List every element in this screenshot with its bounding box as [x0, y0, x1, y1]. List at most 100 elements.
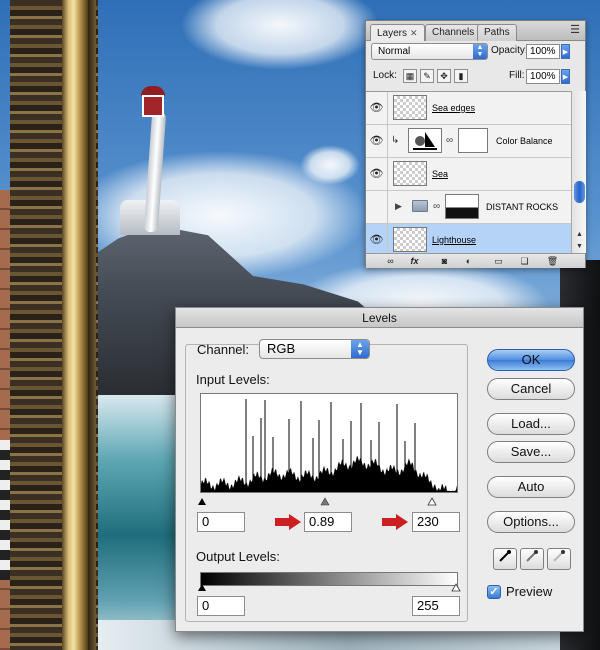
opacity-arrow-icon[interactable]: ▶	[561, 44, 570, 59]
layer-list: 👁 Sea edges 👁 ↳ ∞ Color Balance 👁 Sea ▶ …	[366, 91, 571, 257]
layer-name: Sea	[432, 169, 449, 179]
cloud	[300, 145, 360, 185]
tab-label: Layers	[377, 28, 408, 39]
gray-eyedropper-icon[interactable]	[520, 548, 544, 570]
input-gamma-field[interactable]: 0.89	[304, 512, 352, 532]
lock-move-icon[interactable]: ✥	[437, 69, 451, 83]
panel-menu-icon[interactable]: ☰	[568, 24, 582, 37]
histogram-fill	[201, 455, 457, 492]
load-button[interactable]: Load...	[487, 413, 575, 435]
trash-icon[interactable]: 🗑	[546, 255, 559, 267]
black-eyedropper-icon[interactable]	[493, 548, 517, 570]
blend-mode-value: Normal	[378, 46, 411, 57]
layer-mask-icon[interactable]: ◙	[438, 255, 451, 267]
layer-name: Color Balance	[496, 136, 553, 146]
auto-button[interactable]: Auto	[487, 476, 575, 498]
output-slider[interactable]	[196, 582, 462, 592]
layer-row-sea[interactable]: 👁 Sea	[366, 158, 571, 191]
histogram	[200, 393, 458, 493]
lock-all-icon[interactable]: ▮	[454, 69, 468, 83]
red-arrow-icon	[382, 514, 408, 530]
frame-gold-molding	[62, 0, 88, 650]
folder-icon	[412, 200, 428, 212]
opacity-field[interactable]: 100%	[526, 44, 560, 59]
input-black-field[interactable]: 0	[197, 512, 245, 532]
layer-name: DISTANT ROCKS	[486, 202, 559, 212]
dialog-title: Levels	[176, 308, 583, 328]
fill-label: Fill:	[509, 70, 525, 81]
layer-thumbnail	[393, 161, 427, 186]
expand-triangle-icon[interactable]: ▶	[395, 201, 402, 212]
eye-icon[interactable]: 👁	[366, 92, 388, 124]
input-slider-handles[interactable]	[196, 497, 462, 507]
eye-icon[interactable]: 👁	[366, 158, 388, 190]
input-white-field[interactable]: 230	[412, 512, 460, 532]
output-black-field[interactable]: 0	[197, 596, 245, 616]
lock-transparency-icon[interactable]: ▦	[403, 69, 417, 83]
layer-row-distant-rocks[interactable]: ▶ ∞ DISTANT ROCKS	[366, 191, 571, 224]
clipping-arrow-icon: ↳	[391, 135, 400, 146]
tab-label: Paths	[484, 27, 510, 38]
adjustment-layer-icon[interactable]: ◐	[462, 255, 475, 267]
eyedropper-glyph	[526, 550, 538, 562]
input-slider[interactable]	[196, 496, 462, 506]
layer-row-color-balance[interactable]: 👁 ↳ ∞ Color Balance	[366, 125, 571, 158]
panel-tab-bar: Layers ✕ Channels Paths ☰	[366, 21, 585, 41]
layers-scrollbar[interactable]: ▲ ▼	[571, 91, 586, 253]
color-balance-icon	[413, 132, 437, 150]
input-levels-label: Input Levels:	[196, 372, 270, 387]
opacity-label: Opacity:	[491, 45, 528, 56]
scroll-thumb[interactable]	[574, 181, 585, 203]
layer-name: Lighthouse	[432, 235, 477, 245]
chain-icon[interactable]: ∞	[433, 201, 440, 212]
layers-panel: Layers ✕ Channels Paths ☰ Normal ▲ ▼ Opaci…	[365, 20, 586, 268]
preview-label: Preview	[506, 584, 553, 599]
layer-name: Sea edges	[432, 103, 476, 113]
channel-label: Channel:	[197, 342, 250, 357]
white-eyedropper-icon[interactable]	[547, 548, 571, 570]
frame-inner-edge	[88, 0, 96, 650]
updown-arrow-icon: ▲ ▼	[351, 340, 369, 358]
channel-select[interactable]: RGB ▲ ▼	[259, 339, 370, 359]
fill-field[interactable]: 100%	[526, 69, 560, 84]
layer-row-sea-edges[interactable]: 👁 Sea edges	[366, 92, 571, 125]
output-levels-label: Output Levels:	[196, 549, 280, 564]
link-icon[interactable]: ∞	[384, 255, 397, 267]
cancel-button[interactable]: Cancel	[487, 378, 575, 400]
adjustment-thumbnail	[408, 128, 442, 153]
eye-icon[interactable]: 👁	[366, 125, 388, 157]
blend-mode-select[interactable]: Normal ▲ ▼	[371, 43, 488, 60]
mask-thumbnail	[445, 194, 479, 219]
fill-arrow-icon[interactable]: ▶	[561, 69, 570, 84]
lock-label: Lock:	[373, 70, 397, 81]
preview-checkbox[interactable]: ✓	[487, 585, 501, 599]
new-layer-icon[interactable]: ❏	[518, 255, 531, 267]
save-button[interactable]: Save...	[487, 441, 575, 463]
fx-icon[interactable]: fx	[408, 255, 421, 267]
close-icon[interactable]: ✕	[410, 28, 418, 38]
red-arrow-icon	[275, 514, 301, 530]
scroll-up-icon[interactable]: ▲	[572, 229, 587, 241]
layer-thumbnail	[393, 227, 427, 252]
levels-dialog: Levels Channel: RGB ▲ ▼ Input Levels: 0 0…	[175, 307, 584, 632]
eyedropper-glyph	[553, 550, 565, 562]
ok-button[interactable]: OK	[487, 349, 575, 371]
layers-footer: ∞ fx ◙ ◐ ▭ ❏ 🗑	[366, 253, 585, 268]
tab-channels[interactable]: Channels	[425, 24, 482, 41]
lighthouse-lamp	[142, 95, 164, 117]
mask-thumbnail	[458, 128, 488, 153]
eye-empty[interactable]	[366, 191, 388, 223]
tab-paths[interactable]: Paths	[477, 24, 517, 41]
scroll-down-icon[interactable]: ▼	[572, 241, 587, 253]
chain-icon[interactable]: ∞	[446, 135, 453, 146]
eyedropper-glyph	[499, 550, 511, 562]
channel-value: RGB	[267, 341, 296, 356]
tab-layers[interactable]: Layers ✕	[370, 24, 425, 41]
output-white-field[interactable]: 255	[412, 596, 460, 616]
layer-thumbnail	[393, 95, 427, 120]
eye-icon[interactable]: 👁	[366, 224, 388, 256]
output-slider-handles[interactable]	[196, 583, 462, 593]
options-button[interactable]: Options...	[487, 511, 575, 533]
new-group-icon[interactable]: ▭	[492, 255, 505, 267]
lock-brush-icon[interactable]: ✎	[420, 69, 434, 83]
